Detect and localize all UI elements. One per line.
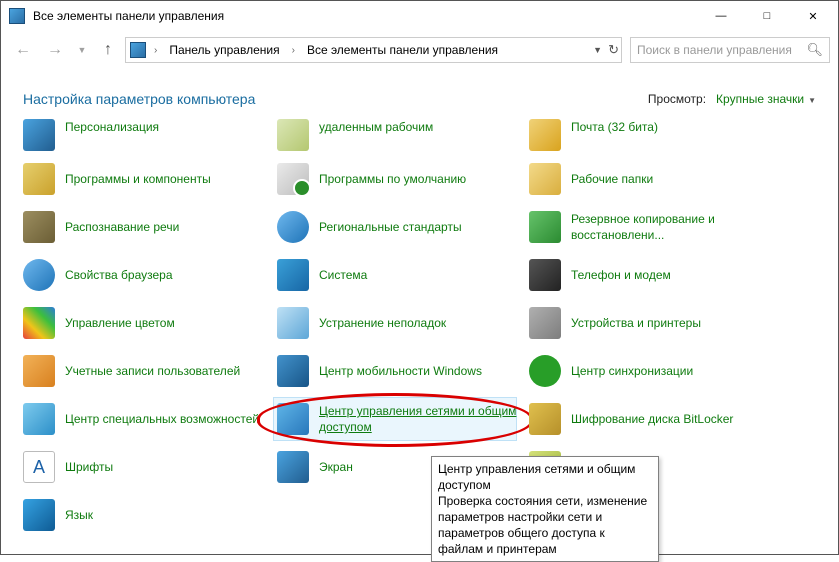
item-ease-of-access[interactable]: Центр специальных возможностей [17, 395, 267, 443]
content-header: Настройка параметров компьютера Просмотр… [1, 69, 838, 117]
personalization-icon [23, 119, 55, 151]
address-bar[interactable]: › Панель управления › Все элементы панел… [125, 37, 622, 63]
item-system[interactable]: Система [271, 251, 521, 299]
microphone-icon [23, 211, 55, 243]
breadcrumb-chevron[interactable]: › [150, 45, 161, 56]
item-backup-restore[interactable]: Резервное копирование и восстановлени... [523, 203, 773, 251]
search-input[interactable] [637, 43, 800, 57]
item-sync-center[interactable]: Центр синхронизации [523, 347, 773, 395]
minimize-button[interactable]: — [698, 1, 744, 31]
navigation-bar: ← → ▼ ↑ › Панель управления › Все элемен… [1, 31, 838, 69]
refresh-button[interactable]: ↻ [608, 42, 619, 58]
display-icon [277, 451, 309, 483]
item-speech-recognition[interactable]: Распознавание речи [17, 203, 267, 251]
address-history-chevron[interactable]: ▼ [593, 45, 602, 55]
item-work-folders[interactable]: Рабочие папки [523, 155, 773, 203]
item-fonts[interactable]: A Шрифты [17, 443, 267, 491]
breadcrumb-control-panel[interactable]: Панель управления [165, 43, 283, 57]
item-mail[interactable]: Почта (32 бита) [523, 119, 773, 155]
ease-of-access-icon [23, 403, 55, 435]
item-devices-printers[interactable]: Устройства и принтеры [523, 299, 773, 347]
item-mobility-center[interactable]: Центр мобильности Windows [271, 347, 521, 395]
search-icon[interactable]: 🔍︎ [806, 42, 823, 58]
item-personalization[interactable]: Персонализация [17, 119, 267, 155]
color-icon [23, 307, 55, 339]
forward-button[interactable]: → [41, 36, 69, 64]
item-phone-modem[interactable]: Телефон и модем [523, 251, 773, 299]
search-box[interactable]: 🔍︎ [630, 37, 830, 63]
item-region[interactable]: Региональные стандарты [271, 203, 521, 251]
up-button[interactable]: ↑ [95, 37, 121, 63]
default-programs-icon [277, 163, 309, 195]
language-icon [23, 499, 55, 531]
item-default-programs[interactable]: Программы по умолчанию [271, 155, 521, 203]
back-button[interactable]: ← [9, 36, 37, 64]
globe-icon [23, 259, 55, 291]
system-icon [277, 259, 309, 291]
remote-icon [277, 119, 309, 151]
tooltip-title: Центр управления сетями и общим доступом [438, 461, 652, 493]
item-remote-desktop[interactable]: удаленным рабочим [271, 119, 521, 155]
maximize-button[interactable]: □ [744, 1, 790, 31]
items-grid: Персонализация Программы и компоненты Ра… [1, 119, 838, 554]
address-icon [130, 42, 146, 58]
item-internet-options[interactable]: Свойства браузера [17, 251, 267, 299]
programs-icon [23, 163, 55, 195]
breadcrumb-chevron: › [288, 45, 299, 56]
backup-icon [529, 211, 561, 243]
item-troubleshooting[interactable]: Устранение неполадок [271, 299, 521, 347]
history-dropdown[interactable]: ▼ [73, 36, 91, 64]
view-by-value: Крупные значки [716, 92, 804, 106]
region-icon [277, 211, 309, 243]
breadcrumb-all-items[interactable]: Все элементы панели управления [303, 43, 502, 57]
folder-icon [529, 163, 561, 195]
lock-icon [529, 403, 561, 435]
phone-icon [529, 259, 561, 291]
mail-icon [529, 119, 561, 151]
network-icon [277, 403, 309, 435]
troubleshooting-icon [277, 307, 309, 339]
item-user-accounts[interactable]: Учетные записи пользователей [17, 347, 267, 395]
tooltip-description: Проверка состояния сети, изменение парам… [438, 493, 652, 557]
user-accounts-icon [23, 355, 55, 387]
sync-icon [529, 355, 561, 387]
app-icon [9, 8, 25, 24]
item-language[interactable]: Язык [17, 491, 267, 539]
window-title: Все элементы панели управления [33, 9, 698, 23]
tooltip: Центр управления сетями и общим доступом… [431, 456, 659, 562]
item-color-management[interactable]: Управление цветом [17, 299, 267, 347]
item-programs-features[interactable]: Программы и компоненты [17, 155, 267, 203]
printer-icon [529, 307, 561, 339]
close-button[interactable]: ✕ [790, 1, 836, 31]
title-bar: Все элементы панели управления — □ ✕ [1, 1, 838, 31]
view-by-dropdown[interactable]: Крупные значки▼ [716, 92, 816, 106]
item-bitlocker[interactable]: Шифрование диска BitLocker [523, 395, 773, 443]
item-network-sharing-center[interactable]: Центр управления сетями и общим доступом [271, 395, 521, 443]
page-title: Настройка параметров компьютера [23, 91, 648, 107]
view-by-label: Просмотр: [648, 92, 706, 106]
window-controls: — □ ✕ [698, 1, 836, 31]
fonts-icon: A [23, 451, 55, 483]
mobility-icon [277, 355, 309, 387]
